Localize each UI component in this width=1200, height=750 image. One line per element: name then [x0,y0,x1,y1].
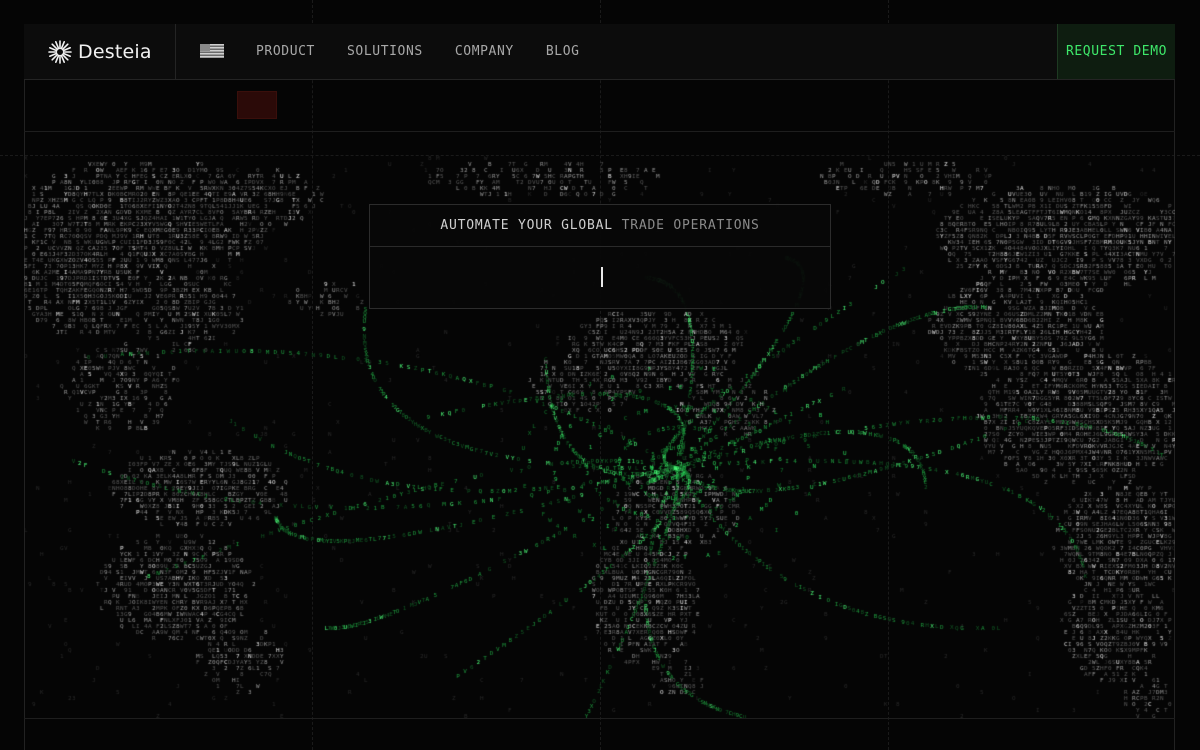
text-caret [601,267,603,287]
request-demo-button[interactable]: REQUEST DEMO [1057,24,1175,79]
status-indicator [237,91,277,119]
nav-link-solutions[interactable]: SOLUTIONS [347,44,423,59]
primary-nav: PRODUCT SOLUTIONS COMPANY BLOG [256,24,612,79]
hero-title-dim: TRADE OPERATIONS [621,218,760,233]
hero-title: AUTOMATE YOUR GLOBAL TRADE OPERATIONS [370,218,830,233]
hero-title-bright: AUTOMATE YOUR GLOBAL [440,218,622,233]
sub-bar [24,80,1175,132]
divider [24,718,1175,719]
nav-link-blog[interactable]: BLOG [546,44,580,59]
nav-link-company[interactable]: COMPANY [455,44,514,59]
divider [370,246,830,247]
starburst-icon [48,39,72,64]
top-nav: Desteia PRODUCT SOLUTIONS COMPANY BLOG R… [24,24,1175,80]
brand-logo[interactable]: Desteia [24,24,176,79]
us-flag-icon[interactable] [200,44,224,58]
hero-search-panel: AUTOMATE YOUR GLOBAL TRADE OPERATIONS [369,204,831,309]
brand-name: Desteia [78,40,152,63]
nav-link-product[interactable]: PRODUCT [256,44,315,59]
